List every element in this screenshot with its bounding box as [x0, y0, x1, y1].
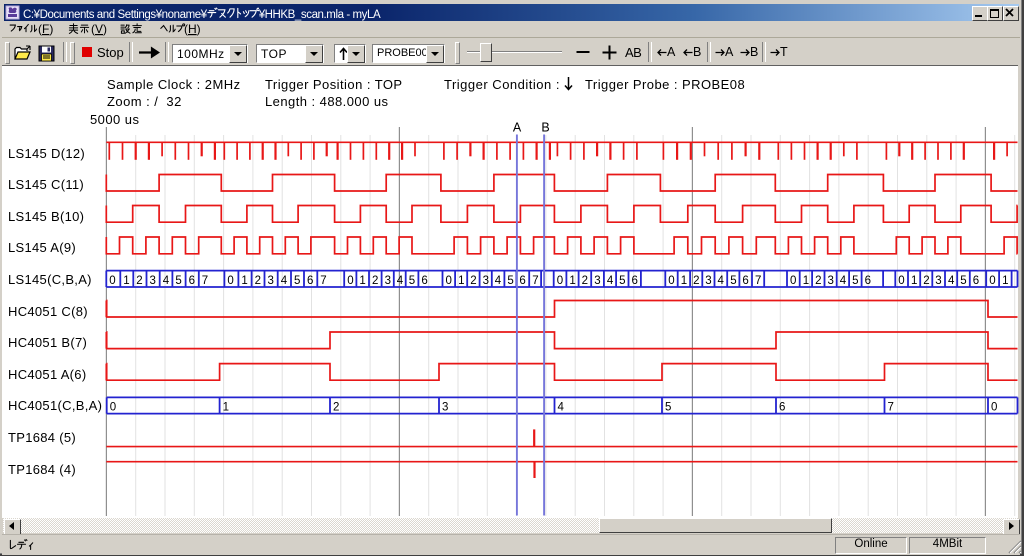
svg-text:7: 7 [202, 275, 208, 287]
svg-text:6: 6 [632, 275, 638, 287]
svg-text:1: 1 [1002, 275, 1008, 287]
svg-text:6: 6 [189, 275, 195, 287]
svg-text:6: 6 [865, 275, 871, 287]
svg-text:2: 2 [815, 275, 821, 287]
svg-text:2: 2 [372, 275, 378, 287]
svg-text:0: 0 [227, 275, 233, 287]
svg-text:0: 0 [109, 275, 115, 287]
svg-text:1: 1 [223, 401, 229, 413]
svg-text:3: 3 [935, 275, 941, 287]
svg-text:6: 6 [519, 275, 525, 287]
svg-text:5: 5 [507, 275, 513, 287]
svg-text:0: 0 [557, 275, 563, 287]
svg-text:2: 2 [470, 275, 476, 287]
svg-text:0: 0 [898, 275, 904, 287]
svg-text:4: 4 [163, 275, 170, 287]
svg-text:3: 3 [150, 275, 156, 287]
svg-text:2: 2 [333, 401, 339, 413]
svg-text:A: A [513, 121, 522, 135]
svg-text:5: 5 [960, 275, 966, 287]
svg-text:5: 5 [619, 275, 625, 287]
svg-text:4: 4 [840, 275, 847, 287]
svg-text:1: 1 [241, 275, 247, 287]
svg-text:0: 0 [991, 401, 997, 413]
svg-text:1: 1 [123, 275, 129, 287]
svg-text:7: 7 [888, 401, 894, 413]
svg-text:0: 0 [446, 275, 452, 287]
svg-text:7: 7 [320, 275, 326, 287]
svg-text:3: 3 [385, 275, 391, 287]
svg-text:7: 7 [532, 275, 538, 287]
svg-text:0: 0 [110, 401, 116, 413]
svg-text:0: 0 [347, 275, 353, 287]
svg-text:3: 3 [483, 275, 489, 287]
svg-text:1: 1 [458, 275, 464, 287]
svg-text:2: 2 [693, 275, 699, 287]
svg-text:4: 4 [948, 275, 955, 287]
svg-text:3: 3 [705, 275, 711, 287]
svg-text:4: 4 [281, 275, 288, 287]
svg-text:2: 2 [255, 275, 261, 287]
svg-text:6: 6 [779, 401, 785, 413]
svg-text:4: 4 [397, 275, 404, 287]
svg-text:6: 6 [742, 275, 748, 287]
svg-text:1: 1 [911, 275, 917, 287]
svg-text:4: 4 [607, 275, 614, 287]
svg-text:5: 5 [730, 275, 736, 287]
svg-text:B: B [541, 121, 549, 135]
svg-text:1: 1 [681, 275, 687, 287]
svg-text:2: 2 [136, 275, 142, 287]
svg-text:5: 5 [294, 275, 300, 287]
svg-text:0: 0 [668, 275, 674, 287]
svg-text:4: 4 [495, 275, 502, 287]
svg-text:6: 6 [973, 275, 979, 287]
svg-text:6: 6 [307, 275, 313, 287]
svg-text:2: 2 [582, 275, 588, 287]
svg-text:1: 1 [569, 275, 575, 287]
svg-text:5: 5 [409, 275, 415, 287]
svg-text:0: 0 [790, 275, 796, 287]
svg-text:4: 4 [558, 401, 565, 413]
svg-text:3: 3 [828, 275, 834, 287]
svg-text:5: 5 [175, 275, 181, 287]
svg-text:2: 2 [923, 275, 929, 287]
svg-text:4: 4 [718, 275, 725, 287]
svg-text:3: 3 [268, 275, 274, 287]
svg-text:0: 0 [989, 275, 995, 287]
svg-text:6: 6 [421, 275, 427, 287]
svg-text:3: 3 [442, 401, 448, 413]
svg-text:5: 5 [665, 401, 671, 413]
svg-text:5: 5 [852, 275, 858, 287]
svg-text:1: 1 [803, 275, 809, 287]
svg-text:7: 7 [755, 275, 761, 287]
svg-text:3: 3 [594, 275, 600, 287]
svg-text:1: 1 [359, 275, 365, 287]
